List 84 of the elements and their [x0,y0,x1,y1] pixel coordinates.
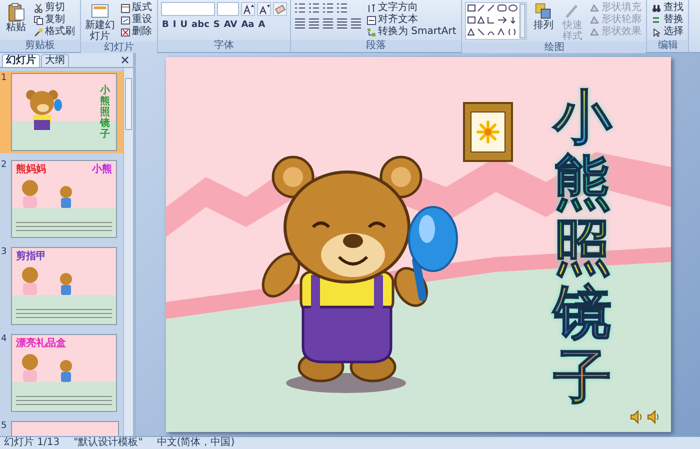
format-button[interactable]: U [179,19,189,31]
arrange-icon [533,2,554,20]
list-icon[interactable] [322,2,334,14]
slide-number: 5 [1,421,8,433]
copy-icon [34,16,43,24]
slide-title: 剪指甲 [16,251,46,262]
format-button[interactable]: S [212,19,221,31]
status-text: "默认设计模板" [74,437,143,449]
format-painter-button[interactable]: 格式刷 [32,26,77,38]
status-text: 中文(简体，中国) [156,437,235,449]
align-icon[interactable] [308,17,320,29]
paste-button[interactable]: 粘贴 [3,2,29,33]
arrange-button[interactable]: 排列 [530,2,556,31]
format-button[interactable]: Aa [240,19,256,31]
scrollbar[interactable] [123,68,133,436]
align-text-button[interactable]: 对齐文本 [365,14,458,26]
text-direction-icon [367,4,376,12]
align-icon[interactable] [294,17,306,29]
layout-icon [121,4,130,12]
slide-number: 4 [1,334,8,346]
reset-button[interactable]: 重设 [119,14,154,26]
group-label: 绘图 [462,42,646,54]
reset-icon [121,16,130,24]
diagram-icon [367,28,376,36]
align-icon[interactable] [322,17,334,29]
select-button[interactable]: 选择 [650,26,686,38]
slide-icon [90,2,110,20]
format-button[interactable]: abc [190,19,210,31]
cursor-icon [652,28,662,36]
cut-button[interactable]: 剪切 [32,2,77,14]
smartart-button[interactable]: 转换为 SmartArt [365,26,458,38]
slide-title: 熊妈妈 [16,164,46,175]
group-label: 段落 [291,40,462,52]
font-name-field[interactable] [161,2,215,16]
slide-title: 小熊 [92,164,112,175]
scissors-icon [34,4,43,12]
format-button[interactable]: I [172,19,178,31]
binoculars-icon [652,4,662,12]
status-text: 幻灯片 1/13 [4,437,60,449]
find-button[interactable]: 查找 [650,2,686,14]
panel-tab[interactable]: 大纲 [41,54,69,67]
slide-thumbnail[interactable]: 熊妈妈 小熊 [11,160,117,238]
align-icon[interactable] [336,17,348,29]
slide-number: 3 [1,247,8,259]
list-icon[interactable] [336,2,348,14]
framed-flower-picture [462,102,512,162]
replace-icon [652,16,662,24]
format-button[interactable]: AV [222,19,238,31]
font-size-field[interactable] [217,2,239,16]
panel-tab[interactable]: 幻灯片 [2,54,40,67]
slide-thumbnail-row[interactable]: 5 [0,419,123,436]
layout-button[interactable]: 版式 [119,2,154,14]
list-icon[interactable] [308,2,320,14]
copy-button[interactable]: 复制 [32,14,77,26]
format-button[interactable]: A [257,19,266,31]
speaker-icon[interactable] [630,410,644,424]
shrink-font-icon[interactable] [257,2,271,16]
slide-number: 2 [1,160,8,172]
slide-number: 1 [1,73,8,85]
delete-button[interactable]: 删除 [119,26,154,38]
group-label: 字体 [158,40,290,52]
text-direction-button[interactable]: 文字方向 [365,2,458,14]
group-label: 剪贴板 [0,40,80,52]
delete-slide-icon [121,28,130,36]
grow-font-icon[interactable] [241,2,255,16]
list-icon[interactable] [294,2,306,14]
slide-title: 漂亮礼品盒 [16,338,66,349]
format-button[interactable]: B [161,19,170,31]
replace-button[interactable]: 替换 [650,14,686,26]
slide-title: 小熊照镜子 [100,84,110,140]
speaker-icon[interactable] [646,410,660,424]
slide-thumbnail-row[interactable]: 1 小熊照镜子 [0,71,123,153]
align-icon[interactable] [350,17,362,29]
group-label: 编辑 [647,40,688,52]
slide-thumbnail-row[interactable]: 3 剪指甲 [0,245,123,327]
slide-thumbnail-row[interactable]: 2 熊妈妈 小熊 [0,158,123,240]
shape-gallery[interactable] [465,2,528,40]
clipboard-icon [6,2,26,22]
group-label: 幻灯片 [81,42,157,54]
slide-thumbnail-row[interactable]: 4 漂亮礼品盒 [0,332,123,414]
align-text-icon [367,16,376,24]
new-slide-button[interactable]: 新建幻灯片 [84,2,116,42]
close-icon[interactable] [121,56,129,64]
slide-thumbnail[interactable]: 剪指甲 [11,247,117,325]
